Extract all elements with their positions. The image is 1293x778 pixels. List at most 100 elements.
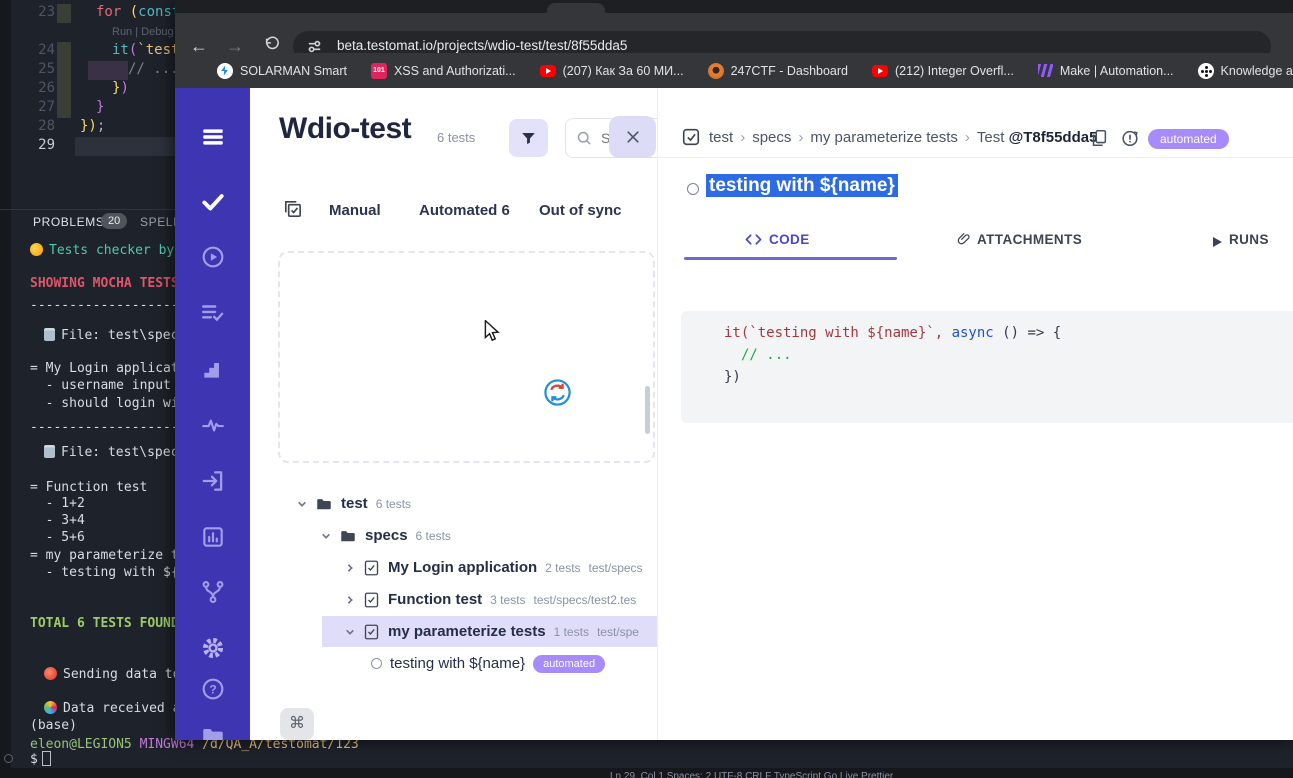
test-plans-list-icon[interactable] — [200, 300, 226, 326]
milestones-stairs-icon[interactable] — [200, 356, 226, 382]
code-line: }) — [724, 369, 741, 385]
bookmark-youtube-2[interactable]: (212) Integer Overfl... — [872, 64, 1014, 78]
tree-row-suite-parameterize[interactable]: my parameterize tests 1 tests test/spe — [345, 616, 639, 647]
line-number: 24 — [38, 42, 55, 58]
bookmark-solarman[interactable]: SOLARMAN Smart — [217, 62, 347, 79]
terminal-line: File: test\specs — [44, 328, 186, 343]
terminal-line: - 3+4 — [30, 513, 85, 528]
drop-zone[interactable] — [278, 251, 655, 463]
import-export-icon[interactable] — [200, 468, 226, 494]
tab-manual[interactable]: Manual — [329, 202, 381, 219]
editor-line: 26 }) — [0, 80, 129, 99]
tree-row-test-case[interactable]: testing with ${name} automated — [371, 648, 606, 679]
code-token: ; — [96, 118, 106, 134]
terminal-line: = my parameterize te — [30, 548, 187, 563]
command-palette-button[interactable]: ⌘ — [280, 708, 314, 740]
breadcrumb-item-type: Test — [976, 129, 1005, 146]
chevron-down-icon[interactable] — [321, 531, 331, 541]
automated-badge: automated — [1148, 129, 1229, 149]
funnel-icon — [522, 132, 535, 144]
sync-status-icon[interactable] — [1120, 128, 1140, 153]
folder-label[interactable]: test — [341, 495, 368, 512]
pulse-analytics-icon[interactable] — [200, 412, 226, 438]
tree-row-test[interactable]: test 6 tests — [297, 488, 411, 519]
menu-icon[interactable] — [200, 124, 226, 150]
terminal-total-line: TOTAL 6 TESTS FOUND — [30, 616, 179, 631]
bookmark-make[interactable]: Make | Automation... — [1037, 64, 1174, 78]
tests-check-icon[interactable] — [200, 189, 226, 215]
breadcrumb-item-specs[interactable]: specs — [752, 129, 791, 146]
code-token: for — [96, 4, 122, 20]
problems-count-badge: 20 — [101, 213, 128, 229]
terminal-line: - 5+6 — [30, 530, 85, 545]
test-status-circle-icon[interactable] — [687, 183, 699, 195]
branches-icon[interactable] — [200, 579, 226, 605]
bookmark-247ctf[interactable]: 247CTF - Dashboard — [707, 62, 848, 79]
filter-button[interactable] — [509, 119, 548, 157]
chevron-down-icon[interactable] — [297, 499, 307, 509]
editor-line: 23 for (const — [0, 4, 180, 23]
suite-count: 3 tests — [490, 592, 526, 607]
code-token: const — [138, 4, 181, 20]
editor-line: 25 // ... — [0, 61, 178, 80]
test-case-label[interactable]: testing with ${name} — [390, 655, 525, 672]
copy-id-button[interactable] — [1089, 128, 1109, 153]
editor-line: 24 it(`test — [0, 42, 179, 61]
bookmark-knowledge[interactable]: Knowledge assistan... — [1197, 62, 1293, 79]
tree-row-suite-login[interactable]: My Login application 2 tests test/specs — [345, 552, 643, 583]
runs-play-icon[interactable] — [200, 244, 226, 270]
paperclip-icon — [956, 230, 973, 253]
suite-label[interactable]: my parameterize tests — [388, 623, 546, 640]
editor-line: 29 — [0, 137, 55, 156]
reports-chart-icon[interactable] — [200, 524, 226, 550]
tab-automated[interactable]: Automated 6 — [419, 202, 510, 219]
help-icon[interactable]: ? — [200, 676, 226, 702]
terminal-line: - 1+2 — [30, 496, 85, 511]
star-struck-emoji-icon — [30, 243, 43, 256]
reload-icon — [265, 36, 279, 50]
code-token: ( — [121, 4, 139, 20]
select-all-icon[interactable] — [282, 198, 303, 224]
files-folder-icon[interactable] — [200, 723, 226, 740]
tab-out-of-sync[interactable]: Out of sync — [539, 202, 622, 219]
search-icon — [577, 131, 591, 145]
test-title[interactable]: testing with ${name} — [706, 174, 898, 197]
settings-gear-icon[interactable] — [200, 635, 226, 661]
code-brackets-icon — [745, 232, 762, 252]
test-checkbox-icon[interactable] — [681, 127, 701, 152]
breadcrumb-item-test[interactable]: test — [709, 129, 733, 146]
chevron-down-icon[interactable] — [345, 627, 355, 637]
tree-row-specs[interactable]: specs 6 tests — [321, 520, 451, 551]
suite-count: 2 tests — [545, 560, 581, 575]
breadcrumb-separator: › — [798, 129, 804, 146]
screen: 23 for (const Run | Debug 24 it(`test 25… — [0, 0, 1293, 778]
codelens-run-debug[interactable]: Run | Debug — [112, 26, 174, 38]
chevron-right-icon[interactable] — [345, 563, 355, 573]
suite-label[interactable]: My Login application — [388, 559, 537, 576]
bookmark-xss[interactable]: 101 XSS and Authorizati... — [370, 62, 516, 79]
browser-tab-strip — [175, 0, 1293, 13]
test-id[interactable]: @T8f55dda5 — [1009, 129, 1098, 146]
chevron-right-icon[interactable] — [345, 595, 355, 605]
terminal-line: Data received at — [44, 701, 188, 716]
code-token: it — [112, 42, 129, 58]
folder-label[interactable]: specs — [365, 527, 408, 544]
scrollbar-thumb[interactable] — [645, 386, 650, 434]
tab-attachments[interactable]: ATTACHMENTS — [977, 232, 1082, 247]
tab-problems[interactable]: PROBLEMS — [33, 215, 105, 229]
project-title: Wdio-test — [279, 112, 412, 145]
breadcrumb-item-suite[interactable]: my parameterize tests — [810, 129, 958, 146]
line-number: 27 — [38, 99, 55, 115]
terminal-input-line[interactable]: $ — [30, 751, 51, 767]
tree-row-suite-function[interactable]: Function test 3 tests test/specs/test2.t… — [345, 584, 636, 615]
editor-selection — [88, 61, 128, 80]
suite-label[interactable]: Function test — [388, 591, 482, 608]
notepad-emoji-icon — [44, 445, 55, 458]
suite-path: test/spe — [596, 624, 639, 639]
close-panel-button[interactable] — [609, 116, 656, 158]
tab-code[interactable]: CODE — [769, 232, 810, 247]
tab-runs[interactable]: RUNS — [1229, 232, 1269, 247]
test-status-circle-icon — [371, 658, 382, 669]
url-text[interactable]: beta.testomat.io/projects/wdio-test/test… — [337, 38, 627, 53]
bookmark-youtube-1[interactable]: (207) Как За 60 МИ... — [539, 64, 684, 78]
